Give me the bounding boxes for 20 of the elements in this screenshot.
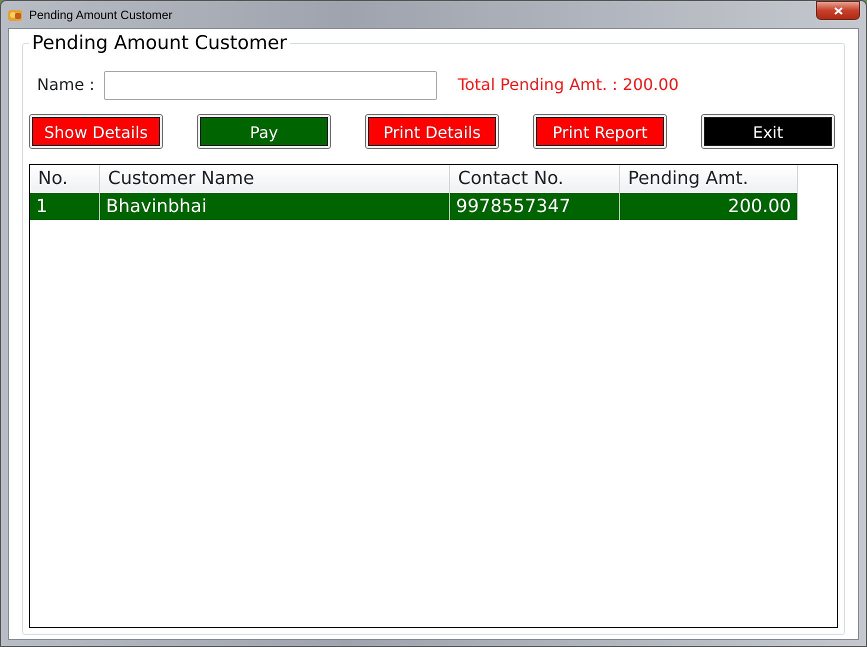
action-button[interactable]: Exit	[701, 114, 835, 149]
action-button[interactable]: Show Details	[29, 114, 163, 149]
window-title: Pending Amount Customer	[29, 6, 172, 24]
table-cell: 200.00	[620, 193, 798, 220]
table-cell: Bhavinbhai	[100, 193, 450, 220]
action-button[interactable]: Print Details	[365, 114, 499, 149]
column-header[interactable]: Pending Amt.	[620, 165, 798, 193]
column-header[interactable]: Contact No.	[450, 165, 620, 193]
close-button[interactable]	[816, 1, 860, 20]
name-field[interactable]	[104, 70, 437, 100]
total-pending-amount: Total Pending Amt. : 200.00	[458, 74, 679, 96]
column-header[interactable]: No.	[30, 165, 100, 193]
action-button[interactable]: Print Report	[533, 114, 667, 149]
table-row[interactable]: 1 Bhavinbhai 9978557347 200.00	[30, 193, 798, 220]
close-icon	[834, 7, 842, 16]
table-cell: 9978557347	[450, 193, 620, 220]
action-button[interactable]: Pay	[197, 114, 331, 149]
name-label: Name :	[37, 74, 95, 96]
column-header[interactable]: Customer Name	[100, 165, 450, 193]
table-cell: 1	[30, 193, 100, 220]
